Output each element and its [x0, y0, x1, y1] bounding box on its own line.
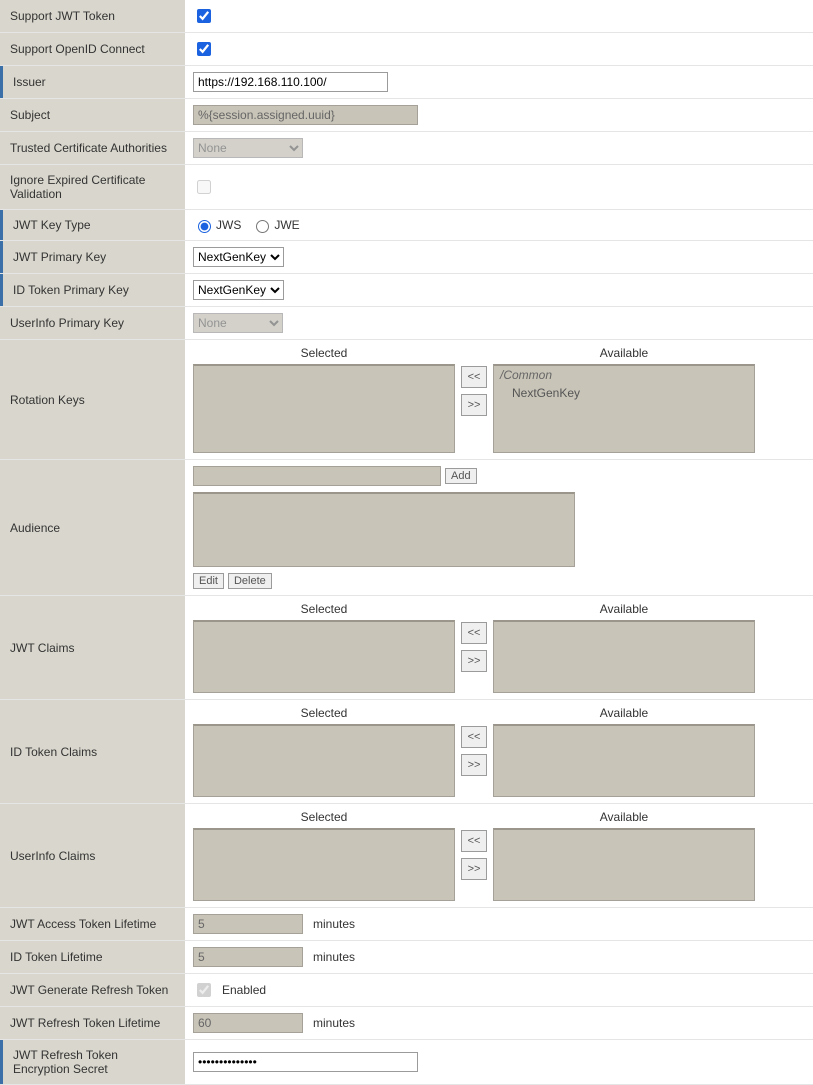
row-jwt-key-type: JWT Key Type JWS JWE	[0, 210, 813, 241]
row-jwt-refresh-secret: JWT Refresh Token Encryption Secret	[0, 1040, 813, 1085]
label-jwt-key-type: JWT Key Type	[0, 210, 185, 240]
checkbox-jwt-gen-refresh	[197, 983, 211, 997]
rotation-available-item[interactable]: NextGenKey	[494, 384, 754, 402]
select-id-token-primary-key[interactable]: NextGenKey	[193, 280, 284, 300]
userinfo-claims-available-header: Available	[600, 810, 648, 824]
button-audience-add[interactable]: Add	[445, 468, 477, 484]
input-jwt-refresh-lifetime	[193, 1013, 303, 1033]
label-trusted-ca: Trusted Certificate Authorities	[0, 132, 185, 164]
select-jwt-primary-key[interactable]: NextGenKey	[193, 247, 284, 267]
radio-jwe-label: JWE	[274, 218, 299, 232]
userinfo-claims-selected-header: Selected	[301, 810, 348, 824]
list-audience[interactable]	[193, 492, 575, 567]
label-subject: Subject	[0, 99, 185, 131]
label-id-token-lifetime: ID Token Lifetime	[0, 941, 185, 973]
row-jwt-access-lifetime: JWT Access Token Lifetime minutes	[0, 908, 813, 941]
row-userinfo-primary-key: UserInfo Primary Key None	[0, 307, 813, 340]
rotation-move-right[interactable]: >>	[461, 394, 487, 416]
row-id-token-lifetime: ID Token Lifetime minutes	[0, 941, 813, 974]
row-id-token-claims: ID Token Claims Selected << >> Available	[0, 700, 813, 804]
label-jwt-access-lifetime: JWT Access Token Lifetime	[0, 908, 185, 940]
row-support-oidc: Support OpenID Connect	[0, 33, 813, 66]
row-jwt-gen-refresh: JWT Generate Refresh Token Enabled	[0, 974, 813, 1007]
label-jwt-claims: JWT Claims	[0, 596, 185, 699]
input-jwt-refresh-secret[interactable]	[193, 1052, 418, 1072]
userinfo-claims-move-right[interactable]: >>	[461, 858, 487, 880]
jwt-claims-move-left[interactable]: <<	[461, 622, 487, 644]
row-issuer: Issuer	[0, 66, 813, 99]
text-jwt-gen-refresh: Enabled	[222, 983, 266, 997]
row-id-token-primary-key: ID Token Primary Key NextGenKey	[0, 274, 813, 307]
checkbox-support-oidc[interactable]	[197, 42, 211, 56]
label-ignore-expired: Ignore Expired Certificate Validation	[0, 165, 185, 209]
row-jwt-primary-key: JWT Primary Key NextGenKey	[0, 241, 813, 274]
label-userinfo-claims: UserInfo Claims	[0, 804, 185, 907]
id-token-claims-available-list[interactable]	[493, 724, 755, 797]
label-jwt-gen-refresh: JWT Generate Refresh Token	[0, 974, 185, 1006]
userinfo-claims-move-left[interactable]: <<	[461, 830, 487, 852]
unit-jwt-refresh-lifetime: minutes	[313, 1016, 355, 1030]
row-trusted-ca: Trusted Certificate Authorities None	[0, 132, 813, 165]
label-jwt-refresh-secret: JWT Refresh Token Encryption Secret	[0, 1040, 185, 1084]
id-token-claims-move-right[interactable]: >>	[461, 754, 487, 776]
userinfo-claims-available-list[interactable]	[493, 828, 755, 901]
checkbox-support-jwt[interactable]	[197, 9, 211, 23]
input-jwt-access-lifetime	[193, 914, 303, 934]
label-jwt-primary-key: JWT Primary Key	[0, 241, 185, 273]
jwt-claims-selected-header: Selected	[301, 602, 348, 616]
jwt-claims-move-right[interactable]: >>	[461, 650, 487, 672]
select-trusted-ca: None	[193, 138, 303, 158]
id-token-claims-move-left[interactable]: <<	[461, 726, 487, 748]
row-jwt-claims: JWT Claims Selected << >> Available	[0, 596, 813, 700]
row-support-jwt: Support JWT Token	[0, 0, 813, 33]
unit-id-token-lifetime: minutes	[313, 950, 355, 964]
row-rotation-keys: Rotation Keys Selected << >> Available /…	[0, 340, 813, 460]
radio-jws[interactable]	[198, 220, 211, 233]
label-userinfo-primary-key: UserInfo Primary Key	[0, 307, 185, 339]
label-rotation-keys: Rotation Keys	[0, 340, 185, 459]
userinfo-claims-selected-list[interactable]	[193, 828, 455, 901]
input-subject	[193, 105, 418, 125]
rotation-available-header: Available	[600, 346, 648, 360]
rotation-move-left[interactable]: <<	[461, 366, 487, 388]
select-userinfo-primary-key: None	[193, 313, 283, 333]
jwt-claims-available-list[interactable]	[493, 620, 755, 693]
rotation-selected-header: Selected	[301, 346, 348, 360]
button-audience-edit[interactable]: Edit	[193, 573, 224, 589]
input-issuer[interactable]	[193, 72, 388, 92]
row-userinfo-claims: UserInfo Claims Selected << >> Available	[0, 804, 813, 908]
label-id-token-claims: ID Token Claims	[0, 700, 185, 803]
unit-jwt-access-lifetime: minutes	[313, 917, 355, 931]
input-id-token-lifetime	[193, 947, 303, 967]
rotation-selected-list[interactable]	[193, 364, 455, 453]
rotation-available-group: /Common	[494, 366, 754, 384]
button-audience-delete[interactable]: Delete	[228, 573, 272, 589]
label-jwt-refresh-lifetime: JWT Refresh Token Lifetime	[0, 1007, 185, 1039]
id-token-claims-selected-list[interactable]	[193, 724, 455, 797]
input-audience-add	[193, 466, 441, 486]
id-token-claims-available-header: Available	[600, 706, 648, 720]
oauth-provider-form: Support JWT Token Support OpenID Connect…	[0, 0, 813, 1085]
checkbox-ignore-expired	[197, 180, 211, 194]
jwt-claims-available-header: Available	[600, 602, 648, 616]
radio-jws-label: JWS	[216, 218, 241, 232]
label-id-token-primary-key: ID Token Primary Key	[0, 274, 185, 306]
label-support-jwt: Support JWT Token	[0, 0, 185, 32]
label-issuer: Issuer	[0, 66, 185, 98]
jwt-claims-selected-list[interactable]	[193, 620, 455, 693]
label-support-oidc: Support OpenID Connect	[0, 33, 185, 65]
radio-jwe[interactable]	[256, 220, 269, 233]
rotation-available-list[interactable]: /Common NextGenKey	[493, 364, 755, 453]
row-subject: Subject	[0, 99, 813, 132]
id-token-claims-selected-header: Selected	[301, 706, 348, 720]
label-audience: Audience	[0, 460, 185, 595]
row-audience: Audience Add Edit Delete	[0, 460, 813, 596]
row-ignore-expired: Ignore Expired Certificate Validation	[0, 165, 813, 210]
